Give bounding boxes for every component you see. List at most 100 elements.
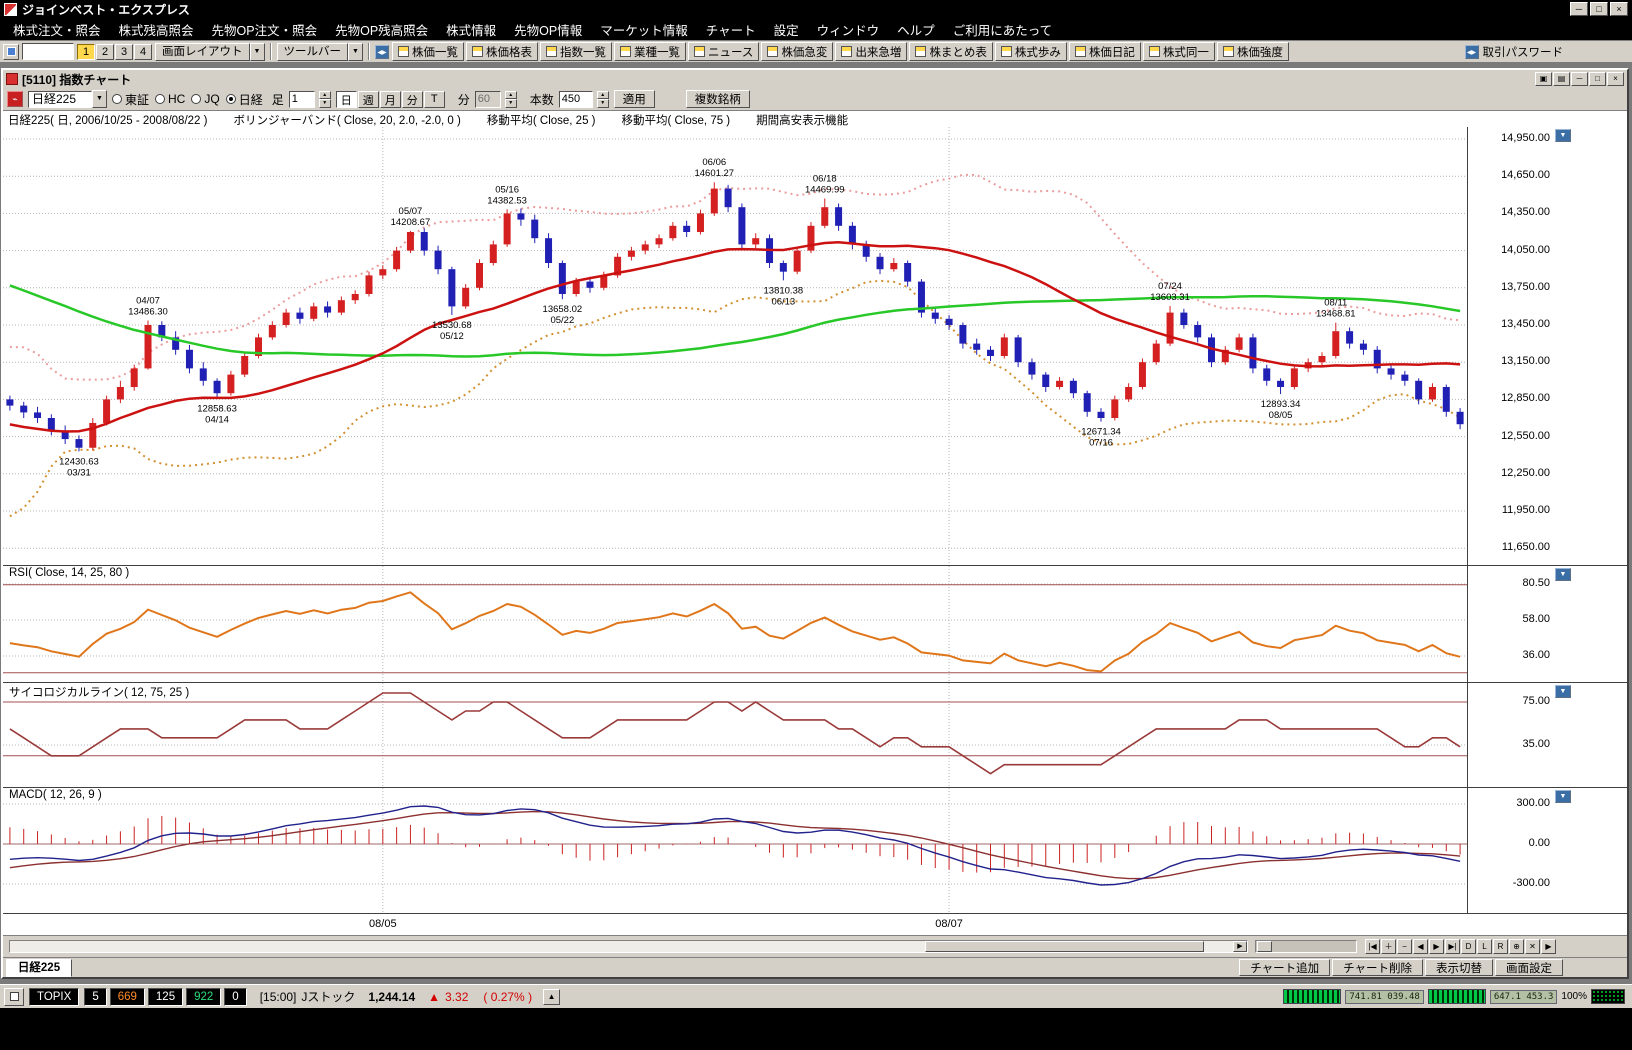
- toolbar-button-11[interactable]: 株価強度: [1217, 42, 1289, 61]
- spin-up-button[interactable]: ▲: [505, 91, 517, 100]
- menu-item-2[interactable]: 先物OP注文・照会: [203, 17, 327, 42]
- apply-button[interactable]: 適用: [614, 90, 655, 108]
- period-button-2[interactable]: 月: [380, 91, 401, 108]
- zoom-scrollbar-thumb[interactable]: [1257, 941, 1272, 952]
- market-radio-2[interactable]: JQ: [191, 92, 219, 106]
- screen-layout-label[interactable]: 画面レイアウト: [155, 43, 250, 61]
- menu-item-9[interactable]: ウィンドウ: [808, 17, 889, 42]
- period-button-0[interactable]: 日: [336, 91, 357, 108]
- chart-nav-button-9[interactable]: ⊕: [1509, 939, 1524, 954]
- chart-window-button-3[interactable]: □: [1589, 72, 1606, 86]
- ticker-expand-button[interactable]: ▲: [543, 989, 560, 1005]
- chart-window-button-0[interactable]: ▣: [1535, 72, 1552, 86]
- panel-dropdown-macd[interactable]: ▼: [1555, 790, 1571, 803]
- toolbar-button-9[interactable]: 株価日記: [1069, 42, 1141, 61]
- scrollbar-thumb[interactable]: [925, 941, 1203, 952]
- spin-down-button[interactable]: ▼: [505, 99, 517, 108]
- maximize-button[interactable]: □: [1590, 2, 1608, 16]
- horizontal-scrollbar[interactable]: ▶: [9, 940, 1248, 953]
- zoom-scrollbar[interactable]: [1255, 940, 1357, 953]
- symbol-value[interactable]: 日経225: [28, 91, 92, 108]
- chart-nav-button-10[interactable]: ✕: [1525, 939, 1540, 954]
- minute-input[interactable]: [475, 91, 501, 108]
- chart-window-button-4[interactable]: ×: [1607, 72, 1624, 86]
- chart-nav-button-1[interactable]: ＋: [1381, 939, 1396, 954]
- toolbar-button-2[interactable]: 指数一覧: [540, 42, 612, 61]
- chart-window-button-1[interactable]: ▤: [1553, 72, 1570, 86]
- chart-nav-button-6[interactable]: D: [1461, 939, 1476, 954]
- index-name-box[interactable]: TOPIX: [29, 988, 79, 1006]
- minimize-button[interactable]: ─: [1570, 2, 1588, 16]
- splitter-icon[interactable]: ◀▶: [1465, 45, 1479, 59]
- toolbar-button-1[interactable]: 株価格表: [466, 42, 538, 61]
- spin-up-button[interactable]: ▲: [597, 91, 609, 100]
- window-icon-button[interactable]: [3, 44, 19, 60]
- chart-nav-button-11[interactable]: ▶: [1541, 939, 1556, 954]
- close-button[interactable]: ×: [1610, 2, 1628, 16]
- spin-down-button[interactable]: ▼: [597, 99, 609, 108]
- menu-item-0[interactable]: 株式注文・照会: [4, 17, 110, 42]
- rsi-chart[interactable]: [3, 566, 1467, 683]
- toolbar-dropdown-arrow[interactable]: ▼: [348, 43, 363, 61]
- menu-item-11[interactable]: ご利用にあたって: [944, 17, 1061, 42]
- panel-dropdown-main[interactable]: ▼: [1555, 129, 1571, 142]
- bar-count-input[interactable]: [559, 91, 593, 108]
- scroll-right-button[interactable]: ▶: [1233, 941, 1247, 952]
- menu-item-6[interactable]: マーケット情報: [591, 17, 697, 42]
- symbol-dropdown-arrow[interactable]: ▼: [92, 90, 107, 108]
- chart-nav-button-2[interactable]: −: [1397, 939, 1412, 954]
- code-input[interactable]: [22, 43, 74, 60]
- layout-quick-button-4[interactable]: 4: [134, 44, 152, 60]
- spin-up-button[interactable]: ▲: [319, 91, 331, 100]
- bar-interval-input[interactable]: [289, 91, 315, 108]
- menu-item-8[interactable]: 設定: [765, 17, 808, 42]
- chart-nav-button-0[interactable]: |◀: [1365, 939, 1380, 954]
- multi-symbol-button[interactable]: 複数銘柄: [686, 90, 750, 108]
- trade-password-label[interactable]: 取引パスワード: [1483, 44, 1564, 60]
- market-radio-1[interactable]: HC: [155, 92, 185, 106]
- menu-item-5[interactable]: 先物OP情報: [505, 17, 591, 42]
- menu-item-7[interactable]: チャート: [697, 17, 765, 42]
- footer-button-0[interactable]: チャート追加: [1239, 959, 1330, 976]
- chart-window-button-2[interactable]: ─: [1571, 72, 1588, 86]
- toolbar-button-10[interactable]: 株式同一: [1143, 42, 1215, 61]
- period-button-3[interactable]: 分: [402, 91, 423, 108]
- menu-item-1[interactable]: 株式残高照会: [110, 17, 203, 42]
- toolbar-button-8[interactable]: 株式歩み: [995, 42, 1067, 61]
- menu-item-3[interactable]: 先物OP残高照会: [326, 17, 437, 42]
- tab-nikkei225[interactable]: 日経225: [6, 959, 72, 977]
- toolbar-dropdown-label[interactable]: ツールバー: [277, 43, 349, 61]
- chart-nav-button-3[interactable]: ◀: [1413, 939, 1428, 954]
- toolbar-button-4[interactable]: ニュース: [688, 42, 759, 61]
- footer-button-3[interactable]: 画面設定: [1495, 959, 1563, 976]
- chart-nav-button-5[interactable]: ▶|: [1445, 939, 1460, 954]
- chart-nav-button-7[interactable]: L: [1477, 939, 1492, 954]
- layout-quick-button-2[interactable]: 2: [96, 44, 114, 60]
- spin-down-button[interactable]: ▼: [319, 99, 331, 108]
- toolbar-button-3[interactable]: 業種一覧: [614, 42, 686, 61]
- layout-quick-button-3[interactable]: 3: [115, 44, 133, 60]
- toolbar-button-7[interactable]: 株まとめ表: [909, 42, 993, 61]
- toolbar-button-5[interactable]: 株価急変: [761, 42, 833, 61]
- chart-type-icon[interactable]: ⌁: [7, 91, 23, 107]
- market-radio-0[interactable]: 東証: [112, 91, 149, 108]
- period-button-1[interactable]: 週: [358, 91, 379, 108]
- layout-quick-button-1[interactable]: 1: [77, 44, 95, 60]
- footer-button-2[interactable]: 表示切替: [1425, 959, 1493, 976]
- panel-dropdown-rsi[interactable]: ▼: [1555, 568, 1571, 581]
- menu-item-4[interactable]: 株式情報: [437, 17, 505, 42]
- splitter-icon[interactable]: ◀▶: [375, 45, 389, 59]
- toolbar-button-6[interactable]: 出来急増: [835, 42, 907, 61]
- period-button-4[interactable]: T: [424, 91, 445, 108]
- chart-nav-button-8[interactable]: R: [1493, 939, 1508, 954]
- screen-layout-arrow[interactable]: ▼: [250, 43, 265, 61]
- market-radio-3[interactable]: 日経: [226, 91, 263, 108]
- toolbar-button-0[interactable]: 株価一覧: [392, 42, 464, 61]
- panel-dropdown-psych[interactable]: ▼: [1555, 685, 1571, 698]
- psychological-line-chart[interactable]: [3, 683, 1467, 788]
- candlestick-chart[interactable]: 12430.6303/3104/0713486.3012858.6304/140…: [3, 127, 1467, 565]
- status-icon-button[interactable]: [4, 988, 24, 1006]
- macd-chart[interactable]: [3, 788, 1467, 914]
- menu-item-10[interactable]: ヘルプ: [888, 17, 944, 42]
- chart-nav-button-4[interactable]: ▶: [1429, 939, 1444, 954]
